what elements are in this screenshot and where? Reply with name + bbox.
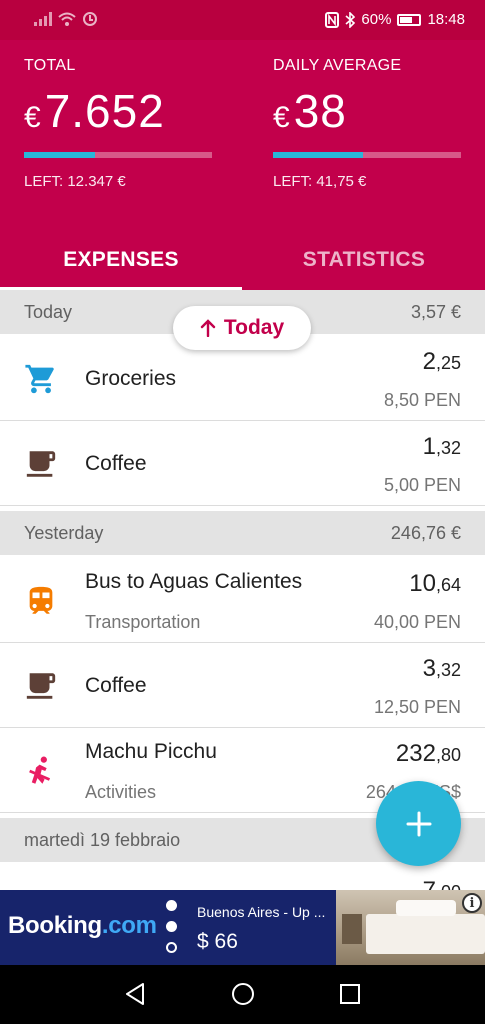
day-total: 246,76 € (390, 523, 461, 543)
item-amount: 232,80 (396, 740, 461, 768)
item-name: Bus to Aguas Calientes (85, 570, 303, 593)
hiking-icon (29, 756, 51, 784)
item-original-amount: 40,00 PEN (373, 612, 461, 632)
total-value: 7.652 (44, 85, 165, 137)
carousel-dot (166, 921, 177, 932)
day-label: martedì 19 febbraio (24, 830, 181, 850)
carousel-dot (166, 942, 177, 953)
summary-header: TOTAL € 7.652 LEFT: 12.347 € DAILY AVERA… (0, 40, 485, 290)
day-header-yesterday: Yesterday 246,76 € (0, 511, 485, 555)
recents-icon[interactable] (339, 981, 361, 1007)
item-name: Machu Picchu (85, 740, 217, 763)
nfc-icon (325, 11, 340, 28)
list-item[interactable]: 7,00 (0, 865, 485, 890)
item-original-amount: 5,00 PEN (383, 475, 461, 495)
item-amount: 1,32 (423, 433, 461, 461)
add-expense-button[interactable] (376, 781, 461, 866)
item-original-amount: 8,50 PEN (383, 390, 461, 410)
amount-dec: ,64 (435, 575, 461, 595)
ad-brand-dot: .com (101, 912, 157, 939)
day-label: Today (24, 302, 73, 322)
signal-icon (34, 12, 52, 26)
system-nav-bar (0, 965, 485, 1024)
daily-average-currency: € (273, 101, 290, 134)
wifi-icon (58, 12, 76, 26)
battery-percent: 60% (361, 11, 392, 28)
tab-statistics[interactable]: STATISTICS (243, 230, 485, 290)
tab-bar: EXPENSES STATISTICS (0, 230, 485, 290)
amount-dec: ,32 (435, 438, 461, 458)
total-progress-bar (24, 152, 212, 158)
item-amount: 2,25 (423, 348, 461, 376)
photo-nightstand (342, 914, 362, 944)
total-amount: € 7.652 (24, 84, 165, 138)
item-original-amount: 12,50 PEN (373, 697, 461, 717)
data-saver-icon (83, 12, 97, 26)
day-label: Yesterday (24, 523, 104, 543)
status-bar: 60% 18:48 (0, 0, 485, 40)
amount-dec: ,80 (435, 745, 461, 765)
carousel-dot (166, 900, 177, 911)
ad-banner[interactable]: Booking.com Buenos Aires - Up ... $ 66 i (0, 890, 485, 965)
coffee-icon (26, 673, 56, 699)
daily-average-caption: DAILY AVERAGE (273, 57, 402, 74)
ad-brand-main: Booking (8, 912, 102, 939)
bluetooth-icon (345, 11, 356, 28)
daily-average-progress-bar (273, 152, 461, 158)
home-icon[interactable] (230, 981, 256, 1007)
daily-average-left: LEFT: 41,75 € (273, 173, 367, 190)
item-name: Coffee (85, 452, 147, 475)
arrow-up-icon (200, 319, 216, 337)
amount-int: 7 (423, 877, 436, 890)
train-icon (29, 586, 53, 614)
coffee-icon (26, 451, 56, 477)
cart-icon (25, 364, 54, 394)
total-left: LEFT: 12.347 € (24, 173, 126, 190)
item-category: Transportation (85, 612, 201, 632)
amount-int: 232 (395, 740, 436, 767)
ad-title: Buenos Aires - Up ... (197, 904, 326, 920)
scroll-to-today-chip[interactable]: Today (173, 306, 311, 350)
tab-expenses[interactable]: EXPENSES (0, 230, 242, 290)
item-name: Coffee (85, 674, 147, 697)
amount-int: 1 (422, 433, 436, 460)
ad-carousel-dots (166, 900, 177, 963)
ad-price: $ 66 (197, 930, 238, 953)
total-caption: TOTAL (24, 57, 76, 74)
chip-label: Today (223, 316, 285, 339)
total-progress-fill (24, 152, 96, 158)
amount-int: 2 (422, 348, 436, 375)
item-amount: 10,64 (409, 570, 461, 598)
item-name: Groceries (85, 367, 177, 390)
daily-average-amount: € 38 (273, 84, 347, 138)
photo-bed (366, 900, 485, 954)
ad-brand-logo: Booking.com (8, 912, 157, 940)
list-item[interactable]: Coffee 1,32 5,00 PEN (0, 421, 485, 506)
list-item[interactable]: Bus to Aguas Calientes Transportation 10… (0, 558, 485, 643)
battery-icon (397, 13, 422, 26)
item-category: Activities (85, 782, 157, 802)
clock: 18:48 (427, 11, 465, 28)
list-item[interactable]: Coffee 3,32 12,50 PEN (0, 643, 485, 728)
amount-int: 10 (409, 570, 436, 597)
ad-info-icon[interactable]: i (462, 893, 482, 913)
amount-dec: ,25 (435, 353, 461, 373)
total-currency: € (24, 101, 41, 134)
day-total: 3,57 € (410, 302, 461, 322)
back-icon[interactable] (123, 981, 147, 1007)
item-amount: 3,32 (423, 655, 461, 683)
daily-average-progress-fill (273, 152, 364, 158)
amount-dec: ,32 (435, 660, 461, 680)
amount-dec: ,00 (436, 882, 461, 890)
amount-int: 3 (422, 655, 436, 682)
item-amount: 7,00 (423, 877, 461, 890)
daily-average-value: 38 (293, 85, 347, 137)
plus-icon (406, 811, 431, 836)
